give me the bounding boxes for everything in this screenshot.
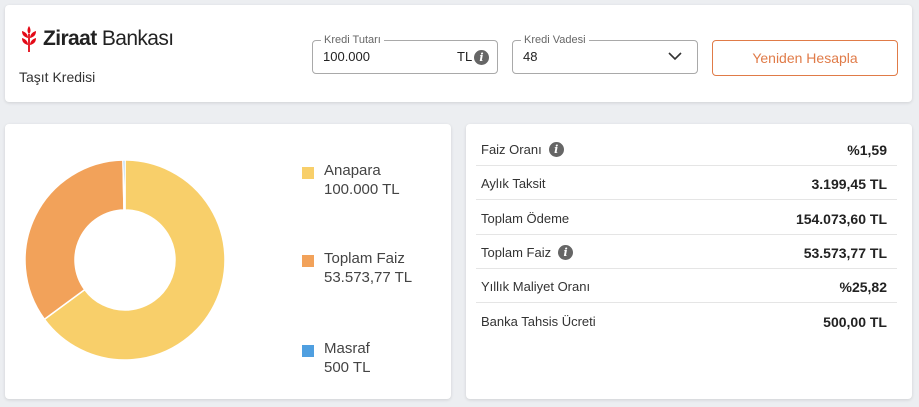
legend-swatch — [302, 167, 314, 179]
loan-term-select[interactable]: Kredi Vadesi 48 — [512, 33, 698, 74]
detail-value: 3.199,45 TL — [811, 176, 888, 193]
loan-form-header: Ziraat Bankası Taşıt Kredisi Kredi Tutar… — [5, 5, 912, 102]
detail-label-text: Toplam Ödeme — [481, 210, 570, 226]
chevron-down-icon[interactable] — [668, 51, 682, 61]
detail-row: Banka Tahsis Ücreti 500,00 TL — [476, 304, 897, 338]
recalculate-button[interactable]: Yeniden Hesapla — [712, 40, 898, 76]
detail-row: Aylık Taksit 3.199,45 TL — [476, 166, 897, 201]
detail-label: Yıllık Maliyet Oranı — [481, 279, 590, 294]
ziraat-wheat-icon — [22, 26, 36, 52]
loan-term-value: 48 — [523, 49, 538, 64]
loan-details-card: Faiz Oranı i %1,59 Aylık Taksit 3.199,45 TL T… — [466, 124, 912, 399]
detail-label: Aylık Taksit — [481, 176, 546, 191]
loan-breakdown-chart-card: Anapara 100.000 TL Toplam Faiz 53.573,77 TL… — [5, 124, 451, 399]
detail-label: Faiz Oranı i — [481, 142, 564, 157]
legend-label: Anapara — [324, 162, 381, 179]
donut-slice — [122, 160, 126, 211]
detail-row: Toplam Faiz i 53.573,77 TL — [476, 235, 897, 269]
detail-row: Toplam Ödeme 154.073,60 TL — [476, 201, 897, 235]
detail-row: Yıllık Maliyet Oranı %25,82 — [476, 269, 897, 304]
detail-label-text: Yıllık Maliyet Oranı — [481, 279, 591, 295]
loan-term-legend: Kredi Vadesi — [521, 33, 589, 47]
detail-label-text: Banka Tahsis Ücreti — [481, 313, 596, 329]
info-icon[interactable]: i — [548, 142, 564, 157]
detail-label: Toplam Ödeme — [481, 211, 569, 226]
loan-amount-legend: Kredi Tutarı — [321, 33, 384, 47]
detail-value: %1,59 — [847, 142, 887, 158]
detail-row: Faiz Oranı i %1,59 — [476, 132, 897, 166]
legend-value: 100.000 TL — [324, 181, 400, 198]
detail-label: Banka Tahsis Ücreti — [481, 314, 596, 329]
detail-value: 53.573,77 TL — [803, 244, 887, 261]
detail-value: %25,82 — [839, 279, 887, 296]
detail-value: 500,00 TL — [823, 313, 887, 330]
legend-label: Toplam Faiz — [324, 250, 405, 267]
legend-swatch — [302, 255, 314, 267]
legend-label: Masraf — [324, 340, 370, 357]
currency-label: TL — [457, 49, 473, 64]
ziraat-logo: Ziraat Bankası — [19, 25, 174, 53]
legend-value: 500 TL — [324, 359, 371, 376]
info-icon[interactable]: i — [474, 50, 489, 65]
detail-label-text: Faiz Oranı — [481, 142, 542, 157]
loan-amount-input[interactable] — [323, 49, 443, 64]
detail-label: Toplam Faiz i — [481, 244, 574, 260]
legend-swatch — [302, 345, 314, 357]
legend-value: 53.573,77 TL — [324, 269, 413, 286]
donut-slice — [25, 160, 125, 321]
detail-label-text: Toplam Faiz — [481, 244, 552, 260]
detail-label-text: Aylık Taksit — [481, 176, 546, 192]
info-icon[interactable]: i — [558, 244, 574, 260]
product-name: Taşıt Kredisi — [19, 69, 96, 85]
detail-value: 154.073,60 TL — [795, 210, 887, 227]
brand-name: Ziraat Bankası — [43, 27, 174, 50]
loan-amount-field[interactable]: Kredi Tutarı TL i — [312, 33, 498, 74]
loan-breakdown-donut — [25, 160, 225, 360]
